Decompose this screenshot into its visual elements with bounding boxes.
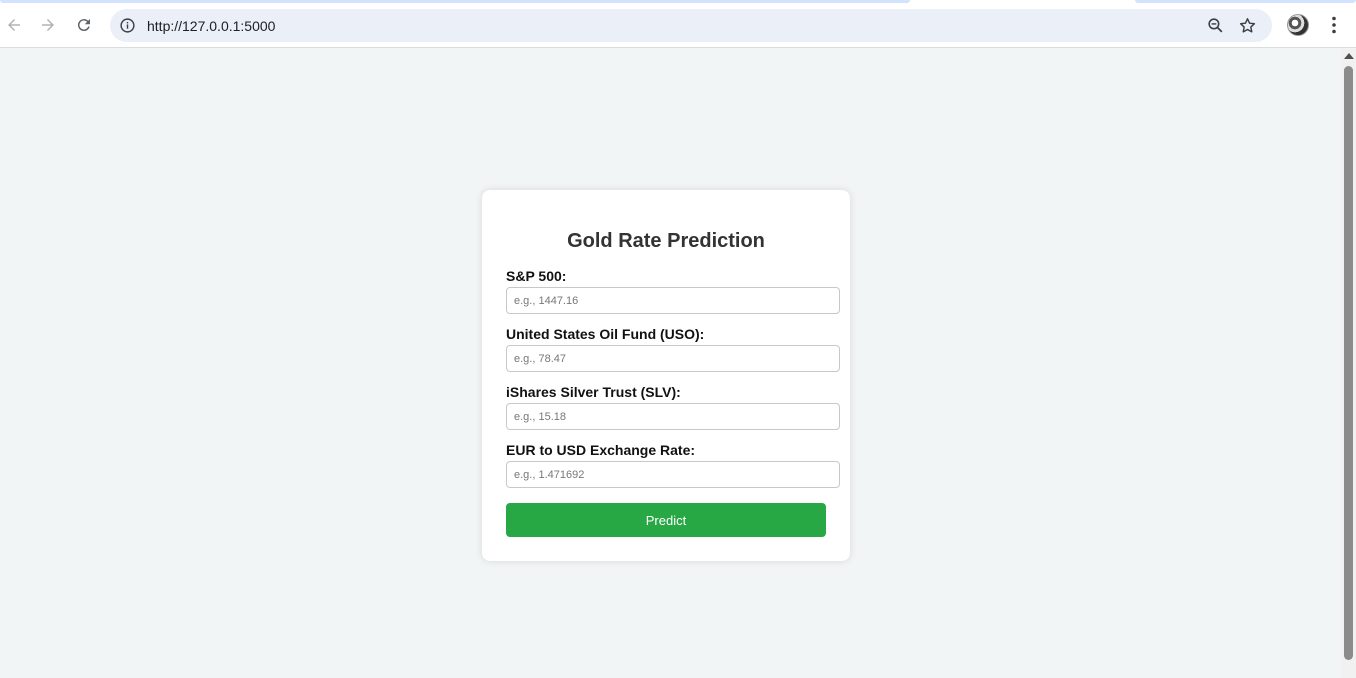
page-title: Gold Rate Prediction xyxy=(567,230,765,252)
bookmark-star-icon[interactable] xyxy=(1238,16,1257,35)
page-viewport: Gold Rate Prediction S&P 500: United Sta… xyxy=(0,49,1341,678)
kebab-menu-icon[interactable] xyxy=(1322,13,1346,37)
back-button[interactable] xyxy=(0,11,28,39)
reload-button[interactable] xyxy=(70,11,98,39)
forward-button[interactable] xyxy=(34,11,62,39)
sp500-label: S&P 500: xyxy=(506,268,567,284)
address-bar[interactable]: http://127.0.0.1:5000 xyxy=(110,9,1272,42)
browser-toolbar: http://127.0.0.1:5000 xyxy=(0,3,1356,48)
sp500-input[interactable] xyxy=(506,287,840,314)
slv-label: iShares Silver Trust (SLV): xyxy=(506,384,681,400)
predict-button[interactable]: Predict xyxy=(506,503,826,537)
scrollbar-thumb[interactable] xyxy=(1344,66,1353,660)
slv-input[interactable] xyxy=(506,403,840,430)
uso-input[interactable] xyxy=(506,345,840,372)
zoom-icon[interactable] xyxy=(1206,16,1225,35)
back-arrow-icon xyxy=(8,19,20,31)
prediction-form-card: Gold Rate Prediction S&P 500: United Sta… xyxy=(482,190,850,561)
scroll-up-arrow-icon[interactable] xyxy=(1344,53,1354,59)
forward-arrow-icon xyxy=(42,19,54,31)
eur-usd-input[interactable] xyxy=(506,461,840,488)
vertical-scrollbar[interactable] xyxy=(1341,49,1356,678)
reload-icon xyxy=(77,19,90,32)
eur-usd-label: EUR to USD Exchange Rate: xyxy=(506,442,696,458)
site-info-icon[interactable] xyxy=(119,17,136,34)
url-text[interactable]: http://127.0.0.1:5000 xyxy=(147,18,275,34)
profile-avatar[interactable] xyxy=(1287,14,1309,36)
uso-label: United States Oil Fund (USO): xyxy=(506,326,705,342)
